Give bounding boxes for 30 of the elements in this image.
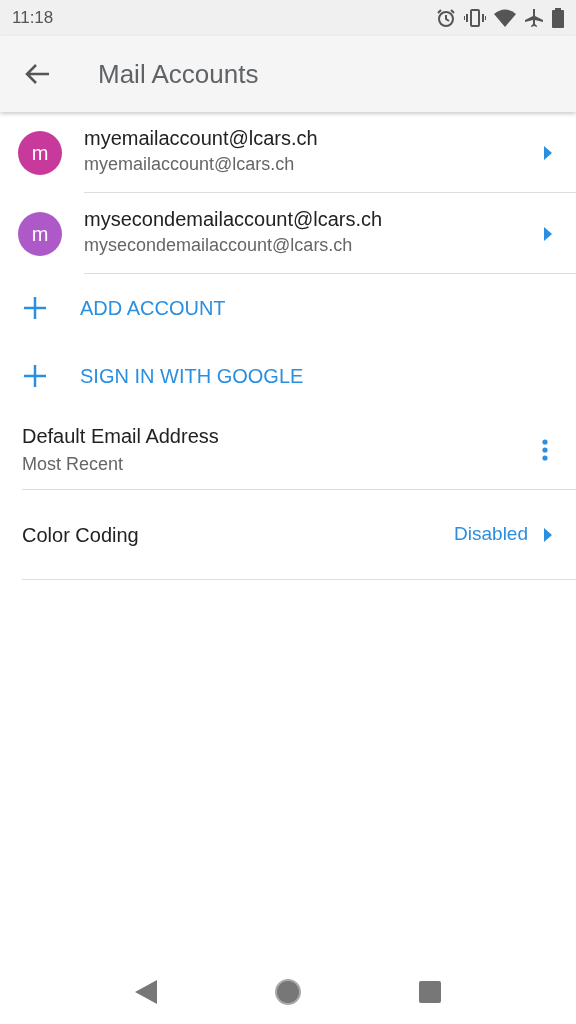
account-name: mysecondemailaccount@lcars.ch	[84, 207, 384, 232]
back-icon[interactable]	[135, 980, 157, 1004]
caret-icon	[544, 226, 552, 241]
account-email: mysecondemailaccount@lcars.ch	[84, 234, 354, 257]
alarm-icon	[436, 8, 456, 28]
avatar: m	[18, 130, 62, 175]
page-title: Mail Accounts	[98, 57, 259, 91]
home-icon[interactable]	[275, 979, 301, 1005]
plus-icon	[24, 297, 46, 319]
account-row[interactable]: m mysecondemailaccount@lcars.ch mysecondemailaccount@lcars.ch	[0, 193, 576, 274]
caret-icon	[544, 527, 552, 542]
vibrate-icon	[464, 8, 486, 28]
setting-subtitle: Most Recent	[22, 453, 125, 476]
wifi-icon	[494, 9, 516, 27]
account-name: myemailaccount@lcars.ch	[84, 126, 319, 151]
plus-icon	[24, 365, 46, 387]
account-email: myemailaccount@lcars.ch	[84, 153, 296, 176]
more-options-icon[interactable]	[542, 438, 548, 461]
airplane-icon	[524, 8, 544, 28]
setting-title: Color Coding	[22, 522, 140, 548]
caret-icon	[544, 145, 552, 160]
action-link[interactable]: SIGN IN WITH GOOGLE	[80, 361, 304, 391]
account-row[interactable]: m myemailaccount@lcars.ch myemailaccount@lcars.ch	[0, 112, 576, 193]
action-link[interactable]: ADD ACCOUNT	[80, 293, 226, 323]
battery-icon	[552, 8, 564, 28]
setting-value[interactable]: Disabled	[454, 520, 528, 549]
back-arrow-icon[interactable]	[24, 63, 50, 85]
status-time: 11:18	[12, 7, 54, 30]
setting-title: Default Email Address	[22, 424, 220, 449]
avatar: m	[18, 211, 62, 256]
